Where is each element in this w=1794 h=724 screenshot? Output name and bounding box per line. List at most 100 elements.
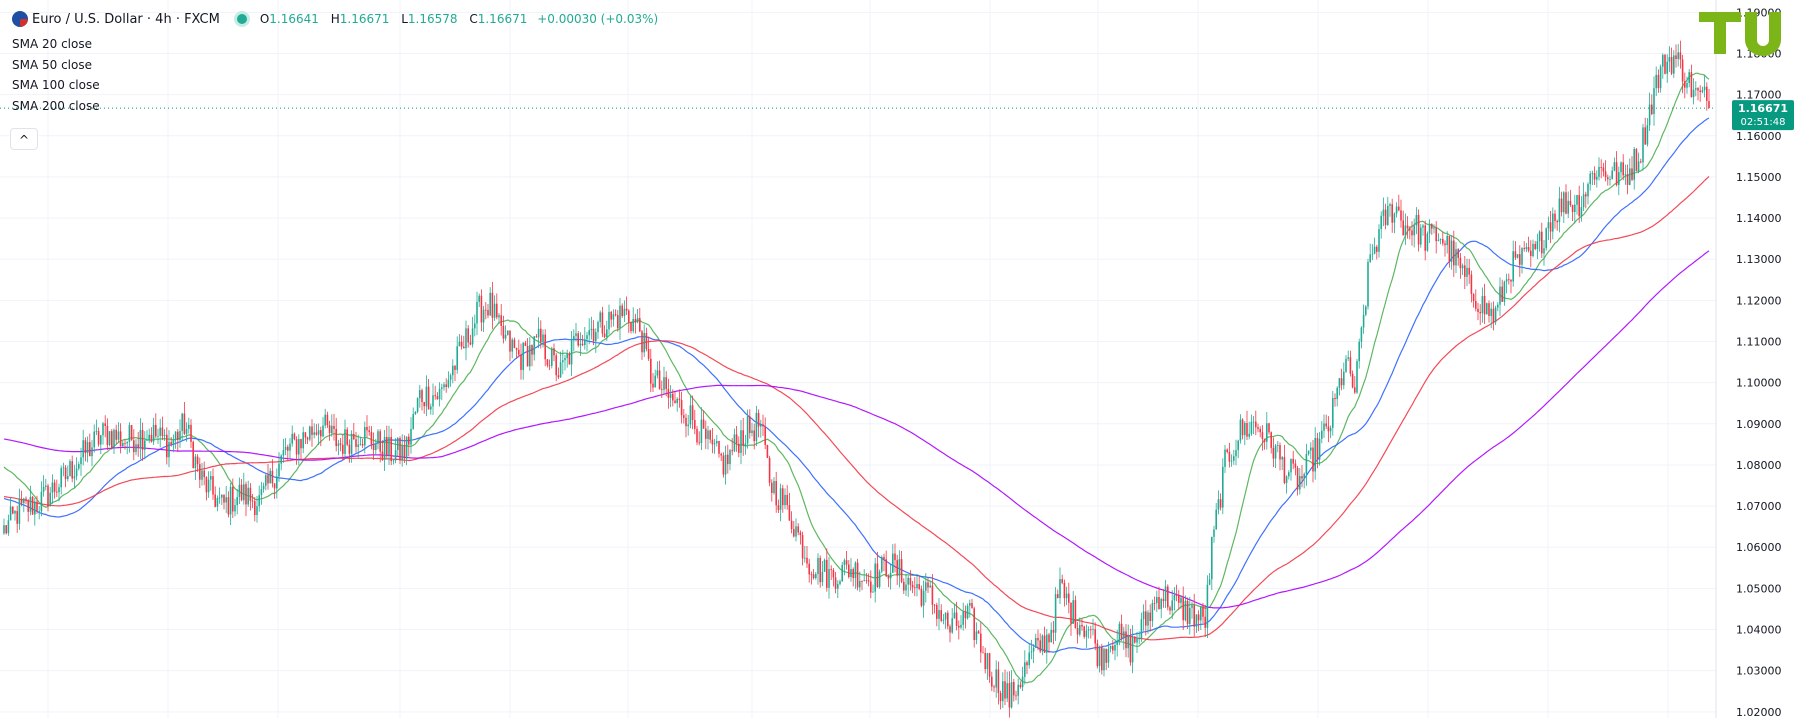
candle-body <box>1204 616 1206 628</box>
candle-body <box>1127 636 1129 649</box>
candle-body <box>1640 161 1642 163</box>
candle-body <box>808 563 810 575</box>
candle-body <box>1233 456 1235 461</box>
indicator-sma-100[interactable]: SMA 100 close <box>12 76 100 97</box>
candle-body <box>1200 607 1202 621</box>
candle-body <box>111 431 113 448</box>
candle-body <box>1046 634 1048 653</box>
candle-body <box>1290 458 1292 473</box>
candle-body <box>1312 447 1314 472</box>
candle-body <box>133 440 135 453</box>
candle-body <box>1468 267 1470 275</box>
candle-body <box>192 441 194 469</box>
candle-body <box>474 323 476 329</box>
price-axis-tick-label: 1.02000 <box>1736 706 1782 719</box>
candle-body <box>762 424 764 427</box>
candle-body <box>955 612 958 626</box>
candle-body <box>733 434 736 452</box>
candle-body <box>67 476 69 480</box>
candle-body <box>1030 651 1033 653</box>
price-chart[interactable]: 1.190001.180001.170001.160001.150001.140… <box>0 0 1794 724</box>
candle-body <box>1112 645 1114 651</box>
candle-body <box>977 631 980 634</box>
candle-body <box>1173 595 1176 601</box>
candle-body <box>1552 213 1554 232</box>
candle-body <box>1457 249 1459 258</box>
candle-body <box>914 587 916 589</box>
candle-body <box>7 520 10 534</box>
candle-body <box>894 553 896 561</box>
candle-body <box>685 417 687 427</box>
candle-body <box>157 435 159 437</box>
candle-body <box>1556 220 1558 223</box>
candle-body <box>511 339 513 352</box>
indicator-sma-20[interactable]: SMA 20 close <box>12 35 100 56</box>
candle-body <box>674 400 676 404</box>
candle-body <box>91 447 93 457</box>
candle-body <box>1325 423 1327 427</box>
candle-body <box>1026 662 1028 666</box>
candle-body <box>931 585 934 605</box>
candle-body <box>764 426 766 445</box>
candle-body <box>1065 593 1068 599</box>
candle-body <box>1523 248 1525 250</box>
candle-body <box>1039 640 1041 652</box>
candle-body <box>498 315 500 318</box>
price-axis-tick-label: 1.07000 <box>1736 500 1782 513</box>
candle-body <box>1136 638 1138 643</box>
candle-body <box>1028 652 1030 666</box>
candle-body <box>1657 74 1660 89</box>
price-axis-tick-label: 1.10000 <box>1736 377 1782 390</box>
symbol-title[interactable]: Euro / U.S. Dollar · 4h · FXCM <box>32 12 220 27</box>
candle-body <box>1571 204 1574 212</box>
candle-body <box>1477 308 1479 313</box>
candle-body <box>683 415 685 418</box>
candle-body <box>1598 166 1600 177</box>
candle-body <box>287 446 289 451</box>
candle-body <box>353 433 355 440</box>
candle-body <box>1017 684 1019 696</box>
candle-body <box>980 633 982 653</box>
candle-body <box>284 446 287 451</box>
candle-body <box>1620 162 1622 173</box>
candle-body <box>599 312 601 323</box>
candle-body <box>1371 253 1374 255</box>
candle-body <box>1072 600 1074 624</box>
candle-body <box>1343 371 1345 386</box>
indicator-sma-200[interactable]: SMA 200 close <box>12 97 100 118</box>
candle-body <box>1490 308 1492 316</box>
indicator-sma-50[interactable]: SMA 50 close <box>12 56 100 77</box>
candle-body <box>1354 387 1356 393</box>
price-axis-tick-label: 1.12000 <box>1736 294 1782 307</box>
close-key: C <box>469 12 478 26</box>
price-axis-tick-label: 1.16000 <box>1736 130 1782 143</box>
candle-body <box>997 669 1000 694</box>
candle-body <box>1098 646 1101 667</box>
candle-body <box>918 584 920 589</box>
candle-body <box>51 482 54 493</box>
candle-body <box>661 389 663 390</box>
candle-body <box>137 444 139 448</box>
candle-body <box>1288 472 1290 477</box>
collapse-legend-button[interactable]: ^ <box>10 128 38 150</box>
candle-body <box>337 443 340 447</box>
candle-body <box>1123 631 1125 639</box>
candle-body <box>713 443 716 445</box>
candle-body <box>1160 599 1162 610</box>
candle-body <box>60 468 62 488</box>
candle-body <box>859 580 861 588</box>
candle-body <box>1675 55 1677 60</box>
chart-root[interactable]: 1.190001.180001.170001.160001.150001.140… <box>0 0 1794 724</box>
candle-body <box>1521 248 1523 265</box>
candle-body <box>1607 177 1609 180</box>
candle-body <box>80 457 82 465</box>
candle-body <box>1021 676 1024 688</box>
candle-body <box>518 349 520 355</box>
candle-body <box>1261 432 1264 439</box>
candle-body <box>401 445 403 461</box>
candle-body <box>1532 243 1534 256</box>
candle-body <box>502 326 505 339</box>
candle-body <box>1105 648 1107 663</box>
candle-body <box>1134 636 1136 643</box>
candle-body <box>1332 397 1334 428</box>
